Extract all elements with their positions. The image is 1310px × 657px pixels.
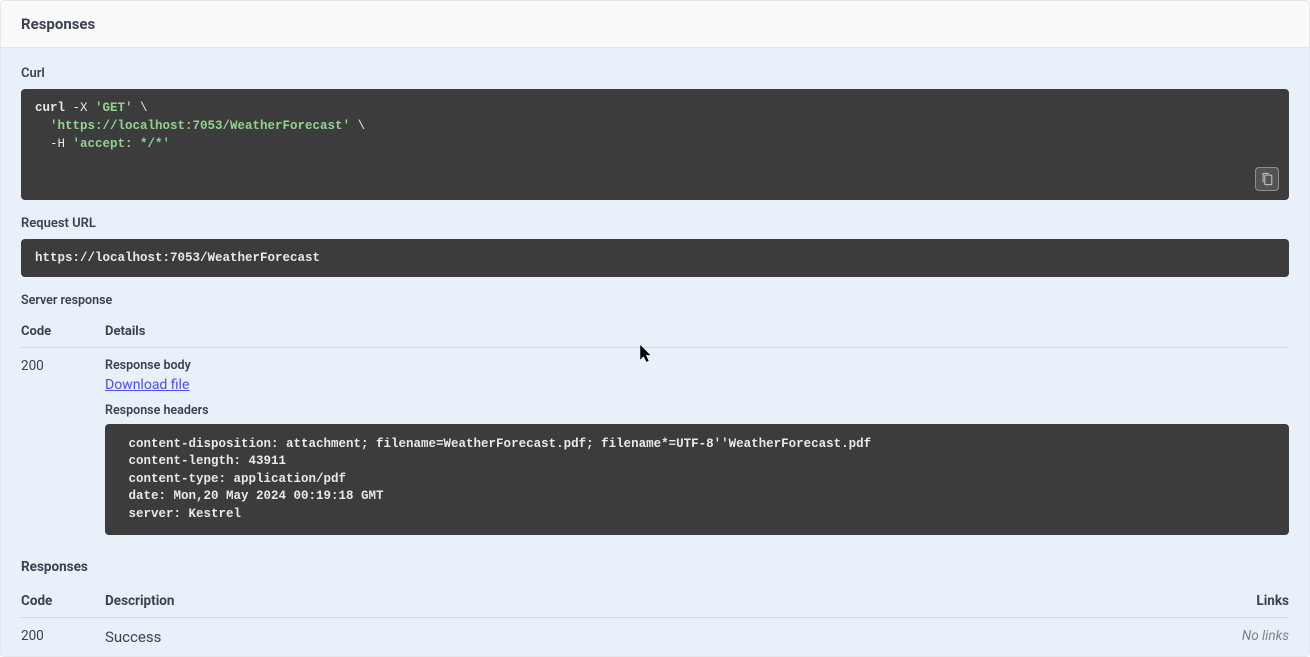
col-details-header: Details [105,316,1289,348]
responses-list-links: No links [1179,618,1289,657]
responses-list-header: Responses [21,545,1289,579]
server-response-table: Code Details 200 Response body Download … [21,316,1289,546]
col-description-header: Description [105,585,1179,618]
curl-code-block: curl -X 'GET' \ 'https://localhost:7053/… [21,89,1289,200]
responses-title: Responses [21,15,95,33]
copy-curl-button[interactable] [1255,167,1279,191]
clipboard-icon [1260,172,1274,186]
response-headers-label: Response headers [105,403,1289,418]
server-response-label: Server response [21,293,1289,308]
responses-list-table: Code Description Links 200 Success No li… [21,585,1289,656]
responses-list-row: 200 Success No links [21,618,1289,657]
curl-label: Curl [21,66,1289,81]
response-headers-block: content-disposition: attachment; filenam… [105,424,1289,536]
response-row: 200 Response body Download file Response… [21,347,1289,545]
response-body-label: Response body [105,358,1289,373]
col-code-header-2: Code [21,585,105,618]
col-code-header: Code [21,316,105,348]
download-file-link[interactable]: Download file [105,377,189,393]
request-url-label: Request URL [21,216,1289,231]
live-response-panel: Curl curl -X 'GET' \ 'https://localhost:… [1,48,1309,656]
request-url-block: https://localhost:7053/WeatherForecast [21,239,1289,277]
response-code: 200 [21,347,105,545]
responses-list-code: 200 [21,618,105,657]
col-links-header: Links [1179,585,1289,618]
responses-list-description: Success [105,628,161,646]
responses-section-header: Responses [1,1,1309,48]
